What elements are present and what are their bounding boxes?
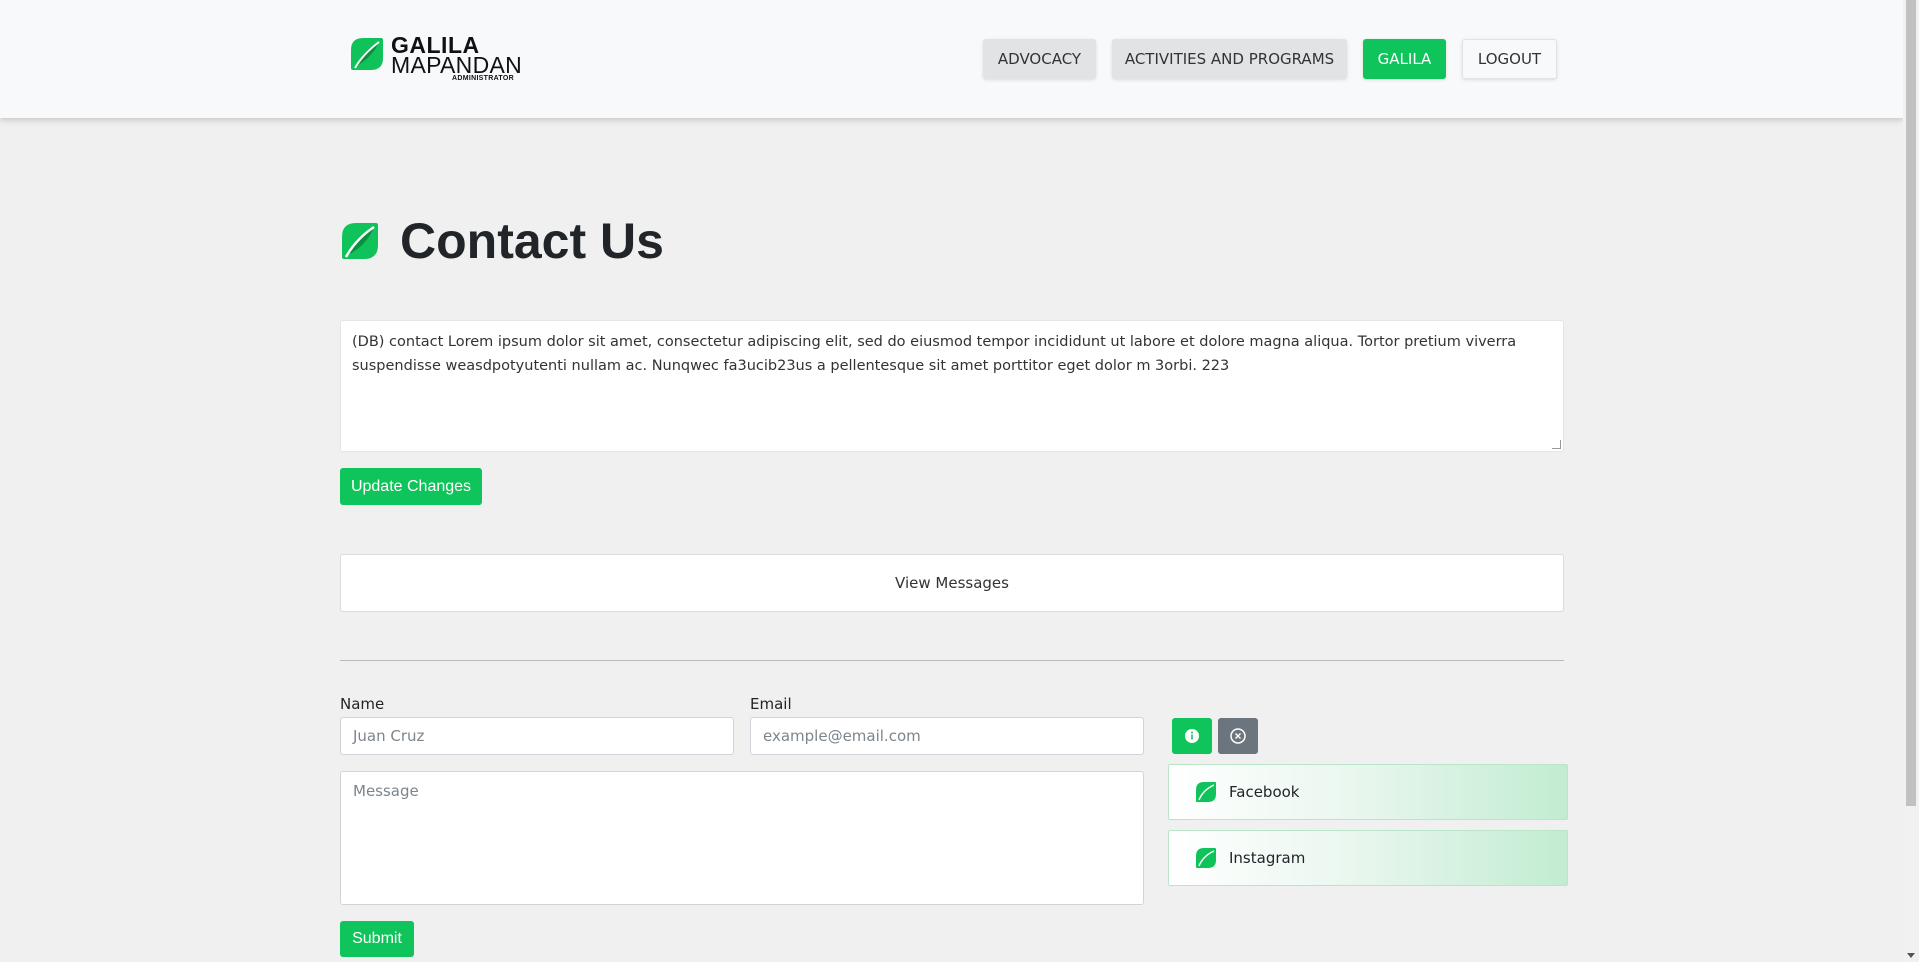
message-textarea[interactable]: Message: [340, 771, 1144, 905]
leaf-icon: [1196, 848, 1216, 868]
brand-line3: ADMINISTRATOR: [452, 75, 514, 82]
nav-advocacy[interactable]: ADVOCACY: [983, 39, 1096, 79]
close-button[interactable]: [1218, 718, 1258, 754]
view-messages-button[interactable]: View Messages: [340, 554, 1564, 612]
scrollbar-thumb[interactable]: [1906, 0, 1916, 806]
title-leaf-icon: [342, 223, 378, 259]
close-icon: [1230, 728, 1246, 744]
leaf-icon: [1196, 782, 1216, 802]
submit-button[interactable]: Submit: [340, 921, 414, 957]
page-scrollbar[interactable]: [1903, 0, 1919, 962]
contact-description-text: (DB) contact Lorem ipsum dolor sit amet,…: [352, 334, 1517, 374]
page-title: Contact Us: [400, 213, 664, 269]
update-changes-button[interactable]: Update Changes: [340, 468, 482, 505]
name-label: Name: [340, 695, 385, 713]
name-input[interactable]: Juan Cruz: [340, 717, 734, 755]
info-button[interactable]: [1172, 718, 1212, 754]
section-divider: [340, 660, 1564, 661]
social-label: Instagram: [1229, 849, 1306, 867]
brand-logo[interactable]: GALILA MAPANDAN ADMINISTRATOR: [349, 33, 523, 85]
brand-line2: MAPANDAN: [391, 52, 523, 78]
resize-handle[interactable]: [1552, 440, 1561, 449]
nav-logout[interactable]: LOGOUT: [1462, 39, 1557, 79]
nav-activities-and-programs[interactable]: ACTIVITIES AND PROGRAMS: [1112, 39, 1347, 79]
info-icon: [1185, 729, 1199, 743]
social-label: Facebook: [1229, 783, 1300, 801]
social-link-facebook[interactable]: Facebook: [1168, 764, 1568, 820]
contact-description-textarea[interactable]: (DB) contact Lorem ipsum dolor sit amet,…: [340, 320, 1564, 452]
leaf-logo-icon: [351, 38, 383, 70]
nav-galila[interactable]: GALILA: [1363, 39, 1446, 79]
email-label: Email: [750, 695, 792, 713]
email-input[interactable]: example@email.com: [750, 717, 1144, 755]
scroll-down-arrow-icon[interactable]: [1907, 953, 1915, 958]
top-navbar: GALILA MAPANDAN ADMINISTRATOR ADVOCACY A…: [0, 0, 1903, 118]
social-link-instagram[interactable]: Instagram: [1168, 830, 1568, 886]
